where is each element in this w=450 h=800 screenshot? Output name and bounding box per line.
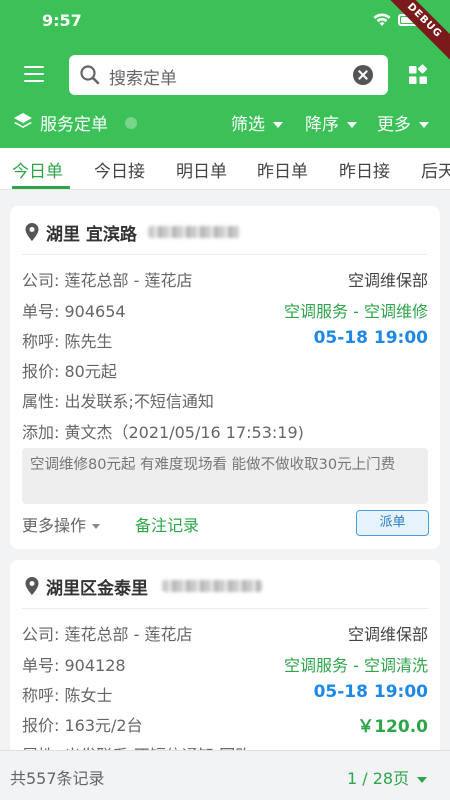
added-value: 黄文杰（2021/05/16 17:53:19) bbox=[64, 423, 304, 442]
layers-icon bbox=[12, 111, 34, 137]
order-no-row: 单号: 904654 bbox=[22, 298, 126, 322]
order-note: 空调维修80元起 有难度现场看 能做不做收取30元上门费 bbox=[22, 448, 428, 504]
caret-down-icon bbox=[347, 122, 357, 128]
active-tab-indicator bbox=[12, 186, 70, 189]
name-row: 称呼: 陈先生 bbox=[22, 328, 113, 352]
redacted-address bbox=[162, 580, 262, 592]
order-address: 湖里 宜滨路 bbox=[46, 225, 137, 245]
service-type: 空调服务 - 空调维修 bbox=[284, 302, 428, 321]
more-dropdown[interactable]: 更多 bbox=[377, 110, 429, 135]
redacted-address bbox=[148, 226, 240, 238]
search-icon bbox=[79, 64, 101, 90]
caret-down-icon bbox=[417, 776, 428, 783]
attr-label: 属性: bbox=[22, 392, 60, 411]
service-orders-title[interactable]: 服务定单 bbox=[40, 110, 108, 135]
company-label: 公司: bbox=[22, 271, 60, 290]
tab-day-after[interactable]: 后天 bbox=[421, 157, 450, 182]
remark-record-link[interactable]: 备注记录 bbox=[135, 512, 199, 536]
page-label: 1 / 28页 bbox=[347, 769, 410, 788]
company-row: 公司: 莲花总部 - 莲花店 bbox=[22, 621, 192, 645]
tab-today-orders[interactable]: 今日单 bbox=[12, 157, 63, 182]
price-label: 报价: bbox=[22, 362, 60, 381]
caret-down-icon bbox=[92, 524, 101, 529]
added-row: 添加: 黄文杰（2021/05/16 17:53:19) bbox=[22, 419, 304, 443]
filter-label: 筛选 bbox=[231, 115, 265, 135]
company-value: 莲花总部 - 莲花店 bbox=[64, 625, 193, 644]
name-label: 称呼: bbox=[22, 332, 60, 351]
wifi-icon bbox=[372, 12, 392, 32]
order-no-value: 904128 bbox=[64, 656, 126, 675]
tab-today-accepted[interactable]: 今日接 bbox=[94, 157, 145, 182]
attr-row: 属性: 出发联系;不短信通知 bbox=[22, 388, 214, 412]
service-type: 空调服务 - 空调清洗 bbox=[284, 656, 428, 675]
status-time: 9:57 bbox=[42, 11, 82, 30]
total-records: 共557条记录 bbox=[10, 769, 105, 788]
caret-down-icon bbox=[273, 122, 283, 128]
name-label: 称呼: bbox=[22, 686, 60, 705]
price-label: 报价: bbox=[22, 716, 60, 735]
price-row: 报价: 163元/2台 bbox=[22, 712, 143, 736]
date-tabs: 今日单 今日接 明日单 昨日单 昨日接 后天 bbox=[0, 148, 450, 190]
attr-value: 出发联系;不短信通知 bbox=[64, 392, 214, 411]
location-pin-icon bbox=[24, 222, 40, 246]
customer-name: 陈先生 bbox=[64, 332, 113, 351]
order-address: 湖里区金泰里 bbox=[46, 579, 148, 599]
page-selector[interactable]: 1 / 28页 bbox=[347, 765, 428, 789]
tab-yesterday-accepted[interactable]: 昨日接 bbox=[339, 157, 390, 182]
company-row: 公司: 莲花总部 - 莲花店 bbox=[22, 267, 192, 291]
price-value: 80元起 bbox=[64, 362, 117, 381]
order-no-label: 单号: bbox=[22, 656, 60, 675]
department: 空调维保部 bbox=[347, 625, 428, 644]
grid-icon[interactable] bbox=[407, 64, 429, 86]
dispatch-button[interactable]: 派单 bbox=[356, 510, 429, 536]
app-header: 9:57 DEBUG 搜索定单 服务定单 筛选 降序 更多 bbox=[0, 0, 450, 148]
order-amount: ￥120.0 bbox=[357, 717, 428, 737]
appointment-time: 05-18 19:00 bbox=[313, 328, 428, 348]
order-no-label: 单号: bbox=[22, 302, 60, 321]
search-placeholder: 搜索定单 bbox=[109, 69, 177, 89]
more-label: 更多 bbox=[377, 115, 411, 135]
more-actions-button[interactable]: 更多操作 bbox=[22, 512, 101, 536]
search-input[interactable]: 搜索定单 bbox=[69, 55, 388, 95]
divider bbox=[22, 254, 428, 255]
sub-toolbar: 服务定单 筛选 降序 更多 bbox=[0, 104, 450, 140]
department: 空调维保部 bbox=[347, 271, 428, 290]
tab-tomorrow-orders[interactable]: 明日单 bbox=[176, 157, 227, 182]
clear-icon[interactable] bbox=[353, 65, 373, 85]
company-value: 莲花总部 - 莲花店 bbox=[64, 271, 193, 290]
appointment-time: 05-18 19:00 bbox=[313, 682, 428, 702]
price-value: 163元/2台 bbox=[64, 716, 143, 735]
status-dot bbox=[125, 117, 137, 129]
customer-name: 陈女士 bbox=[64, 686, 113, 705]
order-no-row: 单号: 904128 bbox=[22, 652, 126, 676]
divider bbox=[22, 608, 428, 609]
price-row: 报价: 80元起 bbox=[22, 358, 117, 382]
sort-dropdown[interactable]: 降序 bbox=[305, 110, 357, 135]
pagination-footer: 共557条记录 1 / 28页 bbox=[0, 750, 450, 800]
order-no-value: 904654 bbox=[64, 302, 126, 321]
caret-down-icon bbox=[419, 122, 429, 128]
status-bar: 9:57 bbox=[0, 0, 450, 44]
filter-dropdown[interactable]: 筛选 bbox=[231, 110, 283, 135]
tab-yesterday-orders[interactable]: 昨日单 bbox=[257, 157, 308, 182]
menu-icon[interactable] bbox=[24, 66, 46, 84]
added-label: 添加: bbox=[22, 423, 60, 442]
order-card[interactable]: 湖里 宜滨路 公司: 莲花总部 - 莲花店 空调维保部 单号: 904654 空… bbox=[10, 206, 440, 549]
name-row: 称呼: 陈女士 bbox=[22, 682, 113, 706]
more-actions-label: 更多操作 bbox=[22, 516, 87, 535]
company-label: 公司: bbox=[22, 625, 60, 644]
location-pin-icon bbox=[24, 576, 40, 600]
sort-label: 降序 bbox=[305, 115, 339, 135]
